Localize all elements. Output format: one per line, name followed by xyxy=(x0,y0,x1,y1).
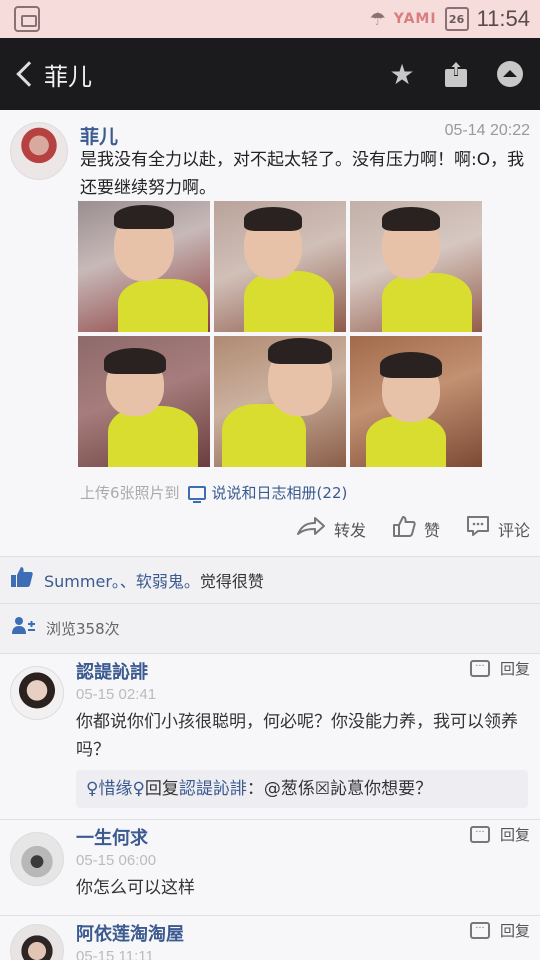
views-row: 浏览358次 xyxy=(0,604,540,654)
comment-time: 05-15 02:41 xyxy=(76,686,157,703)
nested-reply[interactable]: ♀惜缘♀回复認諟訫誹：@葱係☒訫蒠你想要？ xyxy=(76,770,528,808)
reply-verb: 回复 xyxy=(144,779,179,799)
post-author[interactable]: 菲儿 xyxy=(80,122,118,149)
carrier-logo: YAMI xyxy=(393,11,437,27)
photo-thumbnail[interactable] xyxy=(350,336,482,467)
album-link[interactable]: 说说和日志相册(22) xyxy=(212,482,348,503)
like-label: 赞 xyxy=(423,521,440,540)
comment-button[interactable]: 评论 xyxy=(466,515,530,543)
reply-label: 回复 xyxy=(499,922,530,940)
comment-icon: ··· xyxy=(469,660,490,677)
comment-icon xyxy=(466,515,490,543)
nav-actions: ★ xyxy=(386,52,526,96)
likes-row: Summer。、软弱鬼。觉得很赞 xyxy=(0,556,540,604)
comment-author[interactable]: 阿依莲淘淘屋 xyxy=(76,920,184,946)
likes-suffix: 觉得很赞 xyxy=(199,572,264,591)
sim-icon xyxy=(14,6,40,32)
calendar-icon: 26 xyxy=(444,7,469,31)
comment-time: 05-15 11:11 xyxy=(76,948,154,960)
reply-label: 回复 xyxy=(499,826,530,844)
comment-item: 一生何求 05-15 06:00 你怎么可以这样 ··· 回复 xyxy=(0,820,540,916)
comment-time: 05-15 06:00 xyxy=(76,852,157,869)
status-time: 11:54 xyxy=(476,6,530,31)
star-icon[interactable]: ★ xyxy=(386,58,418,91)
photo-thumbnail[interactable] xyxy=(214,336,346,467)
reply-content: ：@葱係☒訫蒠你想要？ xyxy=(246,779,433,799)
cloud-umbrella-icon: ☂ xyxy=(369,8,386,30)
upload-info: 上传6张照片到 说说和日志相册(22) xyxy=(80,482,347,503)
album-icon xyxy=(187,485,206,503)
comment-icon: ··· xyxy=(469,826,490,843)
photo-thumbnail[interactable] xyxy=(350,201,482,332)
avatar[interactable] xyxy=(10,924,64,960)
post-actions: 转发 赞 评论 xyxy=(296,512,530,546)
views-count: 浏览358次 xyxy=(46,620,120,638)
upload-prefix: 上传6张照片到 xyxy=(80,484,180,502)
forward-icon xyxy=(296,515,326,543)
back-button[interactable]: 菲儿 xyxy=(10,52,100,96)
thumbs-up-icon xyxy=(392,515,416,543)
share-icon[interactable] xyxy=(440,58,472,90)
photo-grid xyxy=(78,201,482,469)
avatar[interactable] xyxy=(10,666,64,720)
avatar[interactable] xyxy=(10,122,68,180)
reply-button[interactable]: ··· 回复 xyxy=(469,824,530,845)
likes-text: Summer。、软弱鬼。觉得很赞 xyxy=(44,568,264,592)
reply-label: 回复 xyxy=(499,660,530,678)
nav-title: 菲儿 xyxy=(44,62,92,91)
forward-button[interactable]: 转发 xyxy=(296,515,366,543)
more-icon[interactable] xyxy=(494,58,526,90)
comment-text: 你怎么可以这样 xyxy=(76,878,195,898)
nav-bar: 菲儿 ★ xyxy=(0,38,540,110)
status-bar: ☂ YAMI 26 11:54 xyxy=(0,0,540,38)
photo-thumbnail[interactable] xyxy=(214,201,346,332)
reply-button[interactable]: ··· 回复 xyxy=(469,920,530,941)
comment-author[interactable]: 一生何求 xyxy=(76,824,148,850)
forward-label: 转发 xyxy=(333,521,366,540)
thumbs-up-icon xyxy=(10,566,34,594)
photo-thumbnail[interactable] xyxy=(78,336,210,467)
post-time: 05-14 20:22 xyxy=(444,122,530,139)
avatar[interactable] xyxy=(10,832,64,886)
comment-author[interactable]: 認諟訫誹 xyxy=(76,658,148,684)
photo-thumbnail[interactable] xyxy=(78,201,210,332)
comment-item: 認諟訫誹 05-15 02:41 你都说你们小孩很聪明，何必呢？你没能力养，我可… xyxy=(0,654,540,820)
likers-link[interactable]: Summer。、软弱鬼。 xyxy=(44,572,200,591)
comment-item: 阿依莲淘淘屋 05-15 11:11 ··· 回复 xyxy=(0,916,540,960)
comment-icon: ··· xyxy=(469,922,490,939)
reply-button[interactable]: ··· 回复 xyxy=(469,658,530,679)
reply-target[interactable]: 認諟訫誹 xyxy=(179,779,247,799)
feed-post: 菲儿 05-14 20:22 是我没有全力以赴，对不起太轻了。没有压力啊！啊:O… xyxy=(0,110,540,556)
comment-label: 评论 xyxy=(497,521,530,540)
post-text: 是我没有全力以赴，对不起太轻了。没有压力啊！啊:O，我还要继续努力啊。 xyxy=(80,150,525,198)
status-right: ☂ YAMI 26 11:54 xyxy=(370,6,530,32)
visitors-icon xyxy=(12,616,36,641)
comment-text: 你都说你们小孩很聪明，何必呢？你没能力养，我可以领养吗？ xyxy=(76,712,518,760)
reply-author[interactable]: ♀惜缘♀ xyxy=(86,779,145,799)
chevron-left-icon xyxy=(16,61,42,87)
like-button[interactable]: 赞 xyxy=(392,515,440,543)
